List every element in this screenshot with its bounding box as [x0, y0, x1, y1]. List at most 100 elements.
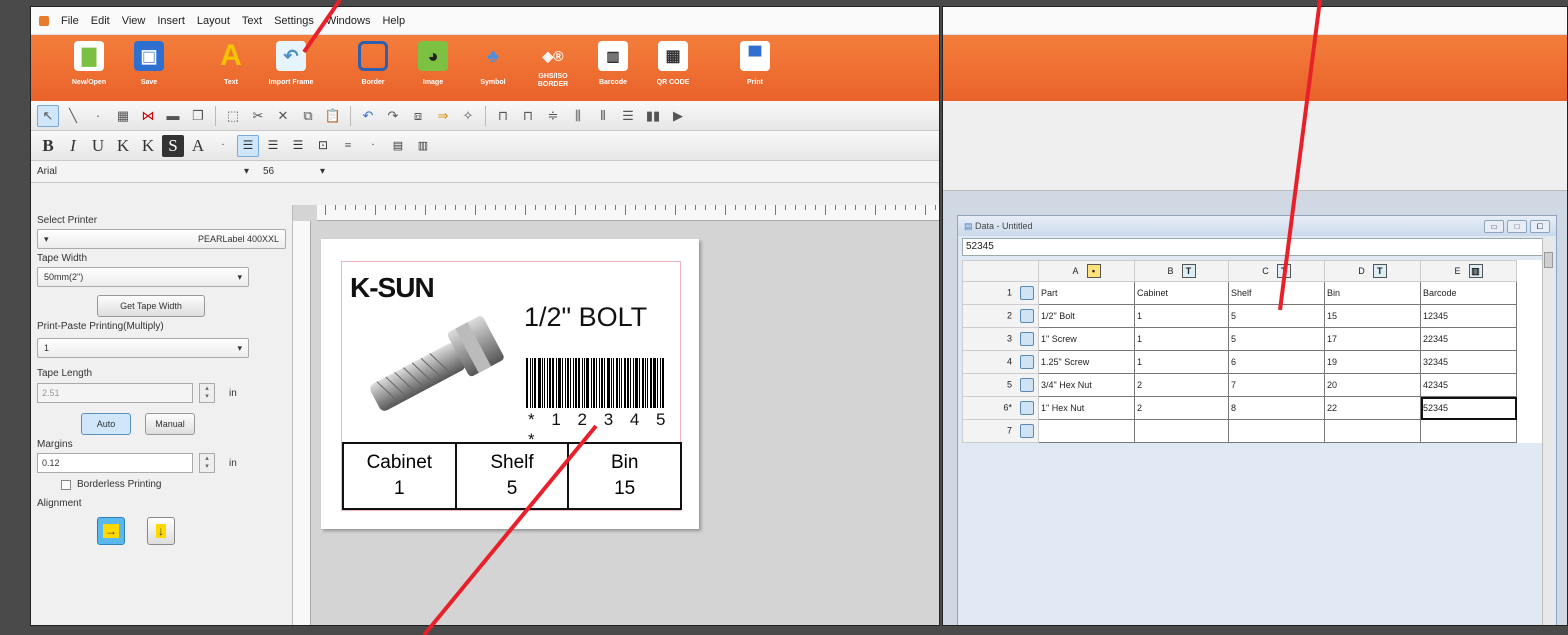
row-number-cell[interactable]: 2	[962, 304, 1039, 328]
image-button[interactable]: ◕ Image	[405, 41, 461, 86]
copy-icon[interactable]: ⧉	[297, 105, 319, 127]
grid-cell[interactable]: 22	[1324, 396, 1421, 420]
margins-spinner[interactable]: ▴ ▾	[199, 453, 215, 473]
menu-help[interactable]: Help	[382, 15, 405, 27]
tape-width-select[interactable]: 50mm(2") ▾	[37, 267, 249, 287]
bow-icon[interactable]: ⋈	[137, 105, 159, 127]
grid-cell[interactable]: 32345	[1420, 350, 1517, 374]
close-icon[interactable]: ⧠	[1530, 219, 1550, 233]
grid-cell[interactable]: 2	[1134, 373, 1229, 397]
data-window-titlebar[interactable]: ▤ Data - Untitled ▭ □ ⧠	[958, 216, 1556, 236]
grid-cell[interactable]: 1" Screw	[1038, 327, 1135, 351]
menu-insert[interactable]: Insert	[157, 15, 185, 27]
row-number-cell[interactable]: 1	[962, 281, 1039, 305]
row-number-cell[interactable]: 3	[962, 327, 1039, 351]
align-right-text-icon[interactable]: ☰	[287, 135, 309, 157]
horizontal-text-icon[interactable]: ▤	[387, 135, 409, 157]
grid-cell[interactable]	[1420, 419, 1517, 443]
redo-icon[interactable]: ↷	[382, 105, 404, 127]
grid-cell[interactable]: 20	[1324, 373, 1421, 397]
grid-cell[interactable]: 1	[1134, 350, 1229, 374]
paste-icon[interactable]: 📋	[322, 105, 344, 127]
row-select-checkbox[interactable]	[1020, 286, 1034, 300]
column-header-d[interactable]: DT	[1324, 260, 1421, 282]
bold-icon[interactable]: B	[37, 135, 59, 157]
row-select-checkbox[interactable]	[1020, 378, 1034, 392]
tape-length-field[interactable]: 2.51	[37, 383, 193, 403]
undo-icon[interactable]: ↶	[357, 105, 379, 127]
line-icon[interactable]: ╲	[62, 105, 84, 127]
dropdown-icon[interactable]: ·	[87, 105, 109, 127]
minimize-icon[interactable]: ▭	[1484, 219, 1504, 233]
shadow-s-icon[interactable]: S	[162, 134, 184, 157]
column-header-c[interactable]: CT	[1228, 260, 1325, 282]
brand-logo-text[interactable]: K-SUN	[350, 272, 435, 304]
grid-cell[interactable]: Bin	[1324, 281, 1421, 305]
grid-cell[interactable]: 52345	[1420, 396, 1517, 420]
grid-cell[interactable]: 3/4" Hex Nut	[1038, 373, 1135, 397]
part-title-text[interactable]: 1/2" BOLT	[524, 302, 647, 333]
location-table[interactable]: Cabinet 1 Shelf 5 Bin 15	[342, 442, 682, 510]
underline-icon[interactable]: U	[87, 135, 109, 157]
barcode-button[interactable]: ▥ Barcode	[585, 41, 641, 86]
cut-icon[interactable]: ✂	[247, 105, 269, 127]
align-horizontal-button[interactable]: →	[97, 517, 125, 545]
label-page[interactable]: K-SUN 1/2" BOLT * 1 2 3 4 5 * Cabinet 1 …	[321, 239, 699, 529]
select-frame-icon[interactable]: ⬚	[222, 105, 244, 127]
grid-cell[interactable]	[1324, 419, 1421, 443]
grid-cell[interactable]: 5	[1228, 327, 1325, 351]
line-spacing-icon[interactable]: ≡	[337, 135, 359, 157]
wizard-icon[interactable]: ✧	[457, 105, 479, 127]
menu-layout[interactable]: Layout	[197, 15, 230, 27]
menu-view[interactable]: View	[122, 15, 146, 27]
grid-cell[interactable]: Barcode	[1420, 281, 1517, 305]
grid-cell[interactable]: 1.25" Screw	[1038, 350, 1135, 374]
grid-cell[interactable]: 2	[1134, 396, 1229, 420]
symbol-button[interactable]: ♣ Symbol	[465, 41, 521, 87]
grid-cell[interactable]: Part	[1038, 281, 1135, 305]
margins-field[interactable]: 0.12	[37, 453, 193, 473]
row-number-cell[interactable]: 6*	[962, 396, 1039, 420]
printer-select[interactable]: ▾ PEARLabel 400XXL	[37, 229, 286, 249]
row-select-checkbox[interactable]	[1020, 332, 1034, 346]
grid-cell[interactable]: 1	[1134, 327, 1229, 351]
grid-cell[interactable]: 1/2" Bolt	[1038, 304, 1135, 328]
new-open-button[interactable]: ▇ New/Open	[61, 41, 117, 86]
align-vertical-button[interactable]: ↓	[147, 517, 175, 545]
outline-k-icon[interactable]: K	[112, 135, 134, 157]
menu-edit[interactable]: Edit	[91, 15, 110, 27]
column-header-a[interactable]: A •	[1038, 260, 1135, 282]
row-select-checkbox[interactable]	[1020, 355, 1034, 369]
align-vcenter-icon[interactable]: ≑	[542, 105, 564, 127]
grid-cell[interactable]: 17	[1324, 327, 1421, 351]
grid-cell[interactable]: Shelf	[1228, 281, 1325, 305]
flip-icon[interactable]: ▮▮	[642, 105, 664, 127]
grid-cell[interactable]: 5	[1228, 304, 1325, 328]
grid-cell[interactable]: 8	[1228, 396, 1325, 420]
grid-cell[interactable]: 7	[1228, 373, 1325, 397]
grid-cell[interactable]: 42345	[1420, 373, 1517, 397]
grid-cell[interactable]: 12345	[1420, 304, 1517, 328]
grid-cell[interactable]: 1	[1134, 304, 1229, 328]
vertical-text-icon[interactable]: ▥	[412, 135, 434, 157]
print-paste-select[interactable]: 1 ▾	[37, 338, 249, 358]
distribute-v-icon[interactable]: ☰	[617, 105, 639, 127]
grid-cell[interactable]	[1134, 419, 1229, 443]
maximize-icon[interactable]: □	[1507, 219, 1527, 233]
row-select-checkbox[interactable]	[1020, 309, 1034, 323]
align-center-icon[interactable]: ⊓	[517, 105, 539, 127]
vertical-scrollbar[interactable]	[1542, 238, 1554, 625]
import-data-icon[interactable]: ⇒	[432, 105, 454, 127]
barcode-graphic[interactable]	[526, 358, 666, 408]
menu-settings[interactable]: Settings	[274, 15, 314, 27]
font-family-select[interactable]: Arial ▾	[37, 166, 255, 177]
import-frame-button[interactable]: ↶ Import Frame	[263, 41, 319, 86]
group-icon[interactable]: ⧈	[407, 105, 429, 127]
grid-cell[interactable]: 6	[1228, 350, 1325, 374]
column-header-e[interactable]: E ▥	[1420, 260, 1517, 282]
borderless-checkbox[interactable]	[61, 479, 71, 490]
distribute-h-icon[interactable]: ⫴	[592, 105, 614, 127]
font-size-select[interactable]: 56 ▾	[255, 166, 325, 177]
formula-bar[interactable]: 52345	[962, 238, 1552, 256]
grid-cell[interactable]	[1038, 419, 1135, 443]
